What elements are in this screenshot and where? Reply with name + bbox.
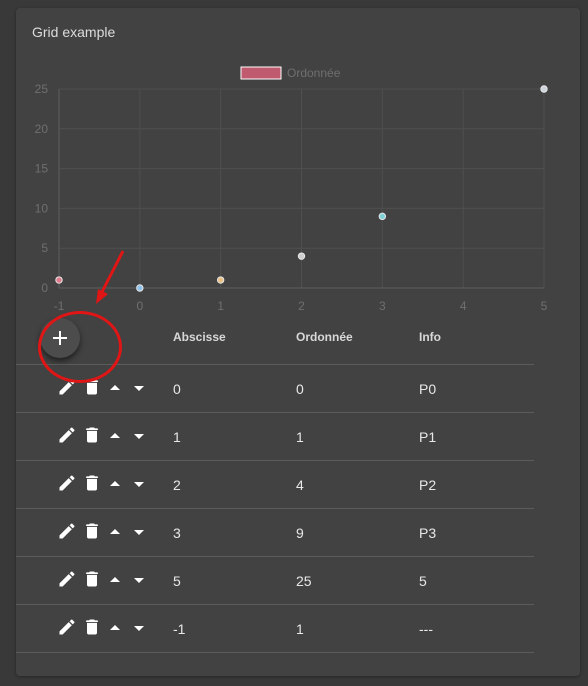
cell-ordonnee: 25: [296, 573, 312, 589]
caret-up-icon[interactable]: [109, 621, 121, 639]
trash-icon[interactable]: [82, 425, 102, 450]
cell-ordonnee: 0: [296, 381, 304, 397]
cell-abscisse: 0: [173, 381, 181, 397]
cell-info: P0: [419, 381, 437, 397]
cell-ordonnee: 1: [296, 429, 304, 445]
cell-info: P3: [419, 525, 437, 541]
caret-down-icon[interactable]: [133, 429, 145, 447]
grid-body: 0 0 P0 1 1 P1 2 4 P2 3 9 P3 5 25 5 -1 1 ---: [16, 365, 534, 653]
pencil-icon[interactable]: [57, 521, 77, 546]
caret-up-icon[interactable]: [109, 381, 121, 399]
header-info[interactable]: Info: [419, 330, 441, 344]
header-abscisse[interactable]: Abscisse: [173, 330, 226, 344]
cell-info: ---: [419, 621, 433, 637]
table-row: 1 1 P1: [16, 413, 534, 461]
table-row: 5 25 5: [16, 557, 534, 605]
table-row: -1 1 ---: [16, 605, 534, 653]
trash-icon[interactable]: [82, 617, 102, 642]
caret-up-icon[interactable]: [109, 573, 121, 591]
trash-icon[interactable]: [82, 521, 102, 546]
caret-down-icon[interactable]: [133, 573, 145, 591]
cell-abscisse: 3: [173, 525, 181, 541]
pencil-icon[interactable]: [57, 473, 77, 498]
cell-ordonnee: 9: [296, 525, 304, 541]
cell-ordonnee: 1: [296, 621, 304, 637]
annotation-circle: [38, 311, 122, 383]
caret-down-icon[interactable]: [133, 477, 145, 495]
cell-abscisse: 2: [173, 477, 181, 493]
caret-up-icon[interactable]: [109, 477, 121, 495]
caret-up-icon[interactable]: [109, 525, 121, 543]
pencil-icon[interactable]: [57, 569, 77, 594]
cell-info: P2: [419, 477, 437, 493]
pencil-icon[interactable]: [57, 425, 77, 450]
cell-abscisse: 5: [173, 573, 181, 589]
cell-info: P1: [419, 429, 437, 445]
trash-icon[interactable]: [82, 473, 102, 498]
caret-down-icon[interactable]: [133, 381, 145, 399]
cell-ordonnee: 4: [296, 477, 304, 493]
caret-down-icon[interactable]: [133, 621, 145, 639]
table-row: 3 9 P3: [16, 509, 534, 557]
caret-down-icon[interactable]: [133, 525, 145, 543]
cell-abscisse: 1: [173, 429, 181, 445]
cell-abscisse: -1: [173, 621, 186, 637]
caret-up-icon[interactable]: [109, 429, 121, 447]
header-ordonnee[interactable]: Ordonnée: [296, 330, 353, 344]
trash-icon[interactable]: [82, 569, 102, 594]
pencil-icon[interactable]: [57, 617, 77, 642]
cell-info: 5: [419, 573, 427, 589]
annotation-arrow: [96, 250, 125, 304]
table-row: 2 4 P2: [16, 461, 534, 509]
